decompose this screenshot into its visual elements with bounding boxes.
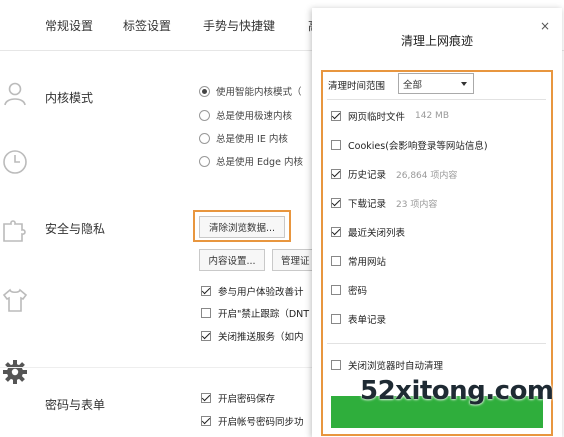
chevron-down-icon	[461, 82, 467, 86]
radio-button[interactable]	[199, 109, 210, 121]
tab-tab-settings[interactable]: 标签设置	[123, 17, 171, 34]
section-divider	[0, 367, 312, 368]
watermark-text: 52xitong.com	[360, 376, 554, 406]
kernel-option-label: 总是使用 Edge 内核	[216, 157, 303, 168]
gear-icon[interactable]	[2, 359, 28, 385]
clear-option-size: 142 MB	[415, 111, 449, 121]
checkbox[interactable]	[331, 111, 341, 121]
kernel-option-fast[interactable]: 总是使用极速内核	[199, 106, 292, 124]
checkbox-label: 开启帐号密码同步功	[218, 417, 304, 428]
checkbox-label: 关闭浏览器时自动清理	[348, 361, 444, 372]
clear-option-row[interactable]: 最近关闭列表	[331, 223, 405, 241]
password-forms-title: 密码与表单	[45, 398, 106, 412]
clear-option-row[interactable]: 网页临时文件 142 MB	[331, 107, 449, 125]
auto-clear-check[interactable]: 关闭浏览器时自动清理	[331, 356, 443, 374]
clear-option-size: 26,864 项内容	[396, 170, 458, 181]
kernel-mode-title: 内核模式	[45, 91, 94, 105]
checkbox[interactable]	[201, 331, 211, 341]
clear-option-label: 最近关闭列表	[348, 228, 406, 239]
privacy-check-dnt[interactable]: 开启"禁止跟踪（DNT	[201, 304, 309, 322]
radio-button[interactable]	[199, 85, 210, 97]
clock-icon[interactable]	[2, 149, 28, 175]
clear-option-label: 历史记录	[348, 170, 387, 181]
clear-option-label: 表单记录	[348, 315, 387, 326]
radio-button[interactable]	[199, 132, 210, 144]
checkbox-label: 参与用户体验改善计	[218, 287, 304, 298]
checkbox[interactable]	[331, 360, 341, 370]
shirt-icon[interactable]	[2, 287, 28, 313]
clear-option-row[interactable]: 常用网站	[331, 252, 386, 270]
tab-general[interactable]: 常规设置	[45, 17, 93, 34]
kernel-option-label: 总是使用极速内核	[216, 111, 293, 122]
checkbox[interactable]	[331, 256, 341, 266]
privacy-check-push[interactable]: 关闭推送服务（如内	[201, 327, 304, 345]
security-privacy-title: 安全与隐私	[45, 222, 106, 236]
checkbox[interactable]	[331, 140, 341, 150]
content-settings-button[interactable]: 内容设置...	[199, 249, 265, 271]
checkbox[interactable]	[201, 416, 211, 426]
checkbox[interactable]	[331, 285, 341, 295]
checkbox[interactable]	[201, 308, 211, 318]
clear-option-row[interactable]: 下载记录 23 项内容	[331, 194, 437, 212]
checkbox[interactable]	[331, 169, 341, 179]
checkbox-label: 关闭推送服务（如内	[218, 332, 304, 343]
clear-browsing-data-button[interactable]: 清除浏览数据...	[199, 216, 285, 238]
clear-option-row[interactable]: Cookies(会影响登录等网站信息)	[331, 136, 488, 154]
time-range-label: 清理时间范围	[328, 81, 386, 92]
radio-button[interactable]	[199, 155, 210, 167]
clear-option-row[interactable]: 历史记录 26,864 项内容	[331, 165, 457, 183]
clear-option-row[interactable]: 密码	[331, 281, 367, 299]
time-range-value: 全部	[403, 79, 423, 91]
clear-option-label: 常用网站	[348, 257, 387, 268]
checkbox[interactable]	[331, 314, 341, 324]
kernel-option-edge[interactable]: 总是使用 Edge 内核	[199, 152, 303, 170]
clear-option-label: 下载记录	[348, 199, 387, 210]
dialog-divider	[327, 343, 546, 344]
puzzle-icon[interactable]	[2, 217, 28, 243]
clear-option-label: Cookies(会影响登录等网站信息)	[348, 141, 488, 152]
checkbox[interactable]	[201, 393, 211, 403]
time-range-select[interactable]: 全部	[398, 73, 474, 94]
kernel-option-label: 使用智能内核模式（	[216, 87, 302, 98]
kernel-option-label: 总是使用 IE 内核	[216, 134, 288, 145]
checkbox[interactable]	[331, 227, 341, 237]
user-icon[interactable]	[2, 80, 28, 106]
password-check-save[interactable]: 开启密码保存	[201, 389, 275, 407]
clear-option-row[interactable]: 表单记录	[331, 310, 386, 328]
clear-option-label: 网页临时文件	[348, 112, 406, 123]
clear-option-size: 23 项内容	[396, 199, 438, 210]
clear-option-label: 密码	[348, 286, 368, 297]
kernel-option-smart[interactable]: 使用智能内核模式（	[199, 82, 302, 100]
checkbox-label: 开启密码保存	[218, 394, 276, 405]
password-check-sync[interactable]: 开启帐号密码同步功	[201, 412, 304, 430]
privacy-check-ux[interactable]: 参与用户体验改善计	[201, 282, 304, 300]
checkbox[interactable]	[331, 198, 341, 208]
kernel-option-ie[interactable]: 总是使用 IE 内核	[199, 129, 288, 147]
close-icon[interactable]: ×	[540, 19, 550, 33]
tab-gestures[interactable]: 手势与快捷键	[203, 17, 275, 34]
dialog-divider	[327, 99, 546, 100]
clear-traces-dialog: 清理上网痕迹 × 清理时间范围 全部 网页临时文件 142 MB Cookies(会…	[312, 8, 562, 437]
checkbox[interactable]	[201, 286, 211, 296]
dialog-title: 清理上网痕迹	[400, 34, 473, 48]
checkbox-label: 开启"禁止跟踪（DNT	[218, 309, 310, 320]
